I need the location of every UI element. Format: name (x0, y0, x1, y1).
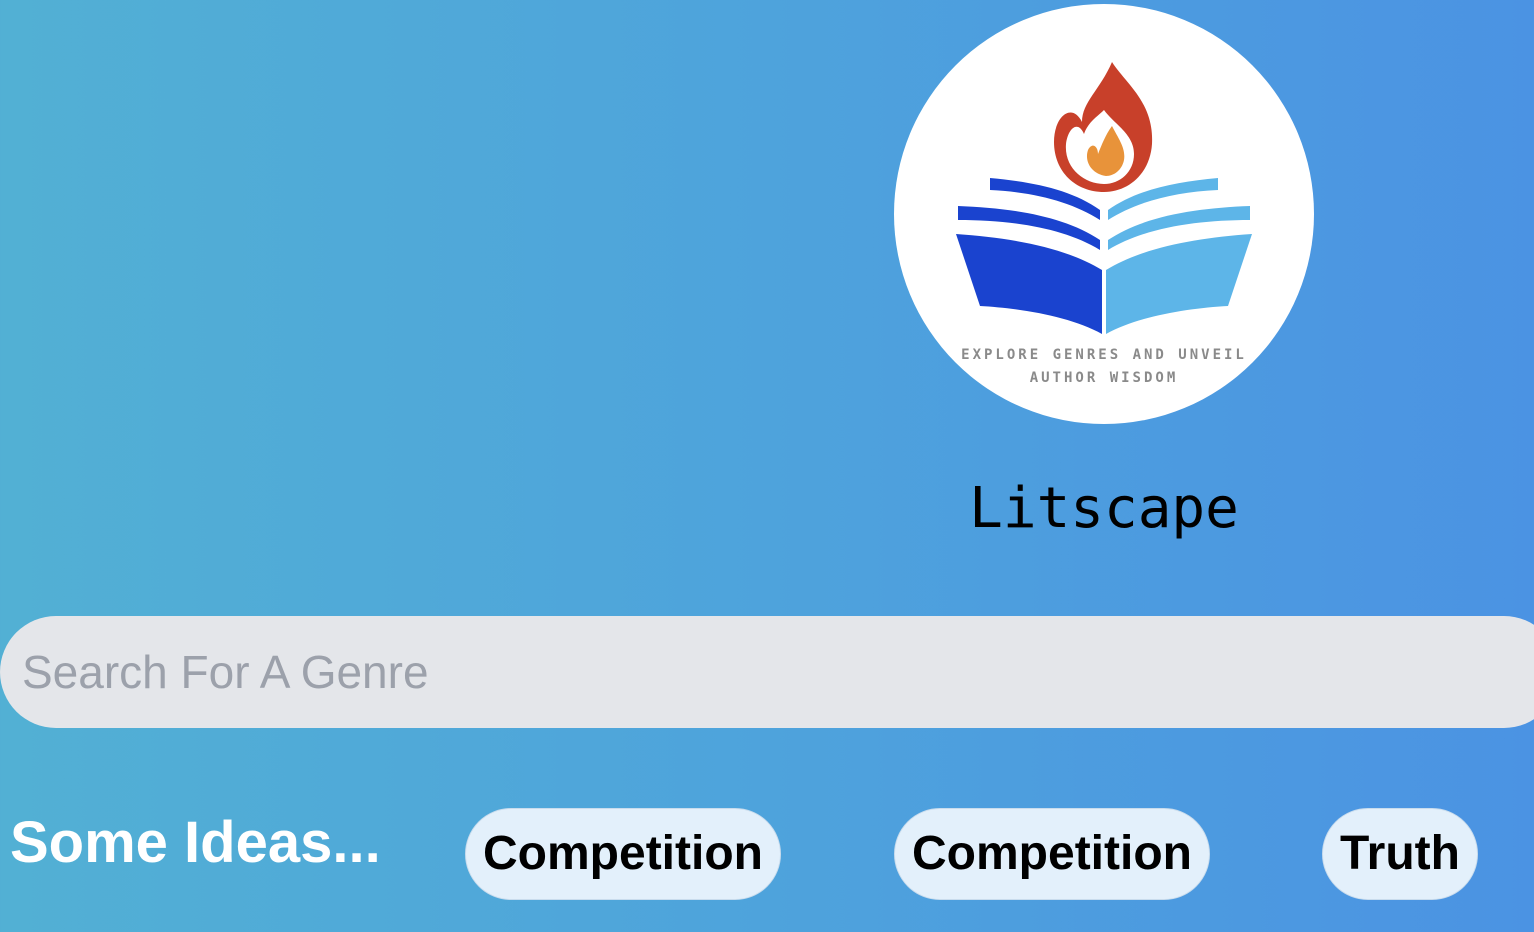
idea-chip-competition[interactable]: Competition (465, 808, 781, 900)
idea-chip-truth[interactable]: Truth (1322, 808, 1478, 900)
app-title: Litscape (969, 476, 1239, 541)
search-input[interactable] (22, 616, 1502, 728)
logo-tagline-line1: EXPLORE GENRES AND UNVEIL (961, 347, 1247, 363)
logo: EXPLORE GENRES AND UNVEIL AUTHOR WISDOM (894, 4, 1314, 424)
search-bar[interactable] (0, 616, 1534, 728)
ideas-label: Some Ideas... (10, 810, 381, 875)
logo-tagline: EXPLORE GENRES AND UNVEIL AUTHOR WISDOM (894, 344, 1314, 390)
logo-tagline-line2: AUTHOR WISDOM (1029, 370, 1179, 386)
idea-chip-competition-2[interactable]: Competition (894, 808, 1210, 900)
